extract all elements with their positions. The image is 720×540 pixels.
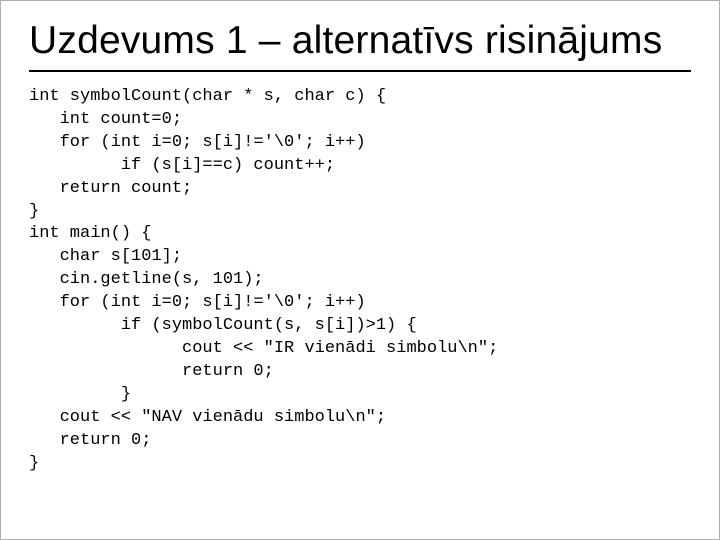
- slide: Uzdevums 1 – alternatīvs risinājums int …: [0, 0, 720, 540]
- title-block: Uzdevums 1 – alternatīvs risinājums: [29, 19, 691, 72]
- code-block: int symbolCount(char * s, char c) { int …: [29, 86, 691, 476]
- slide-title: Uzdevums 1 – alternatīvs risinājums: [29, 19, 691, 64]
